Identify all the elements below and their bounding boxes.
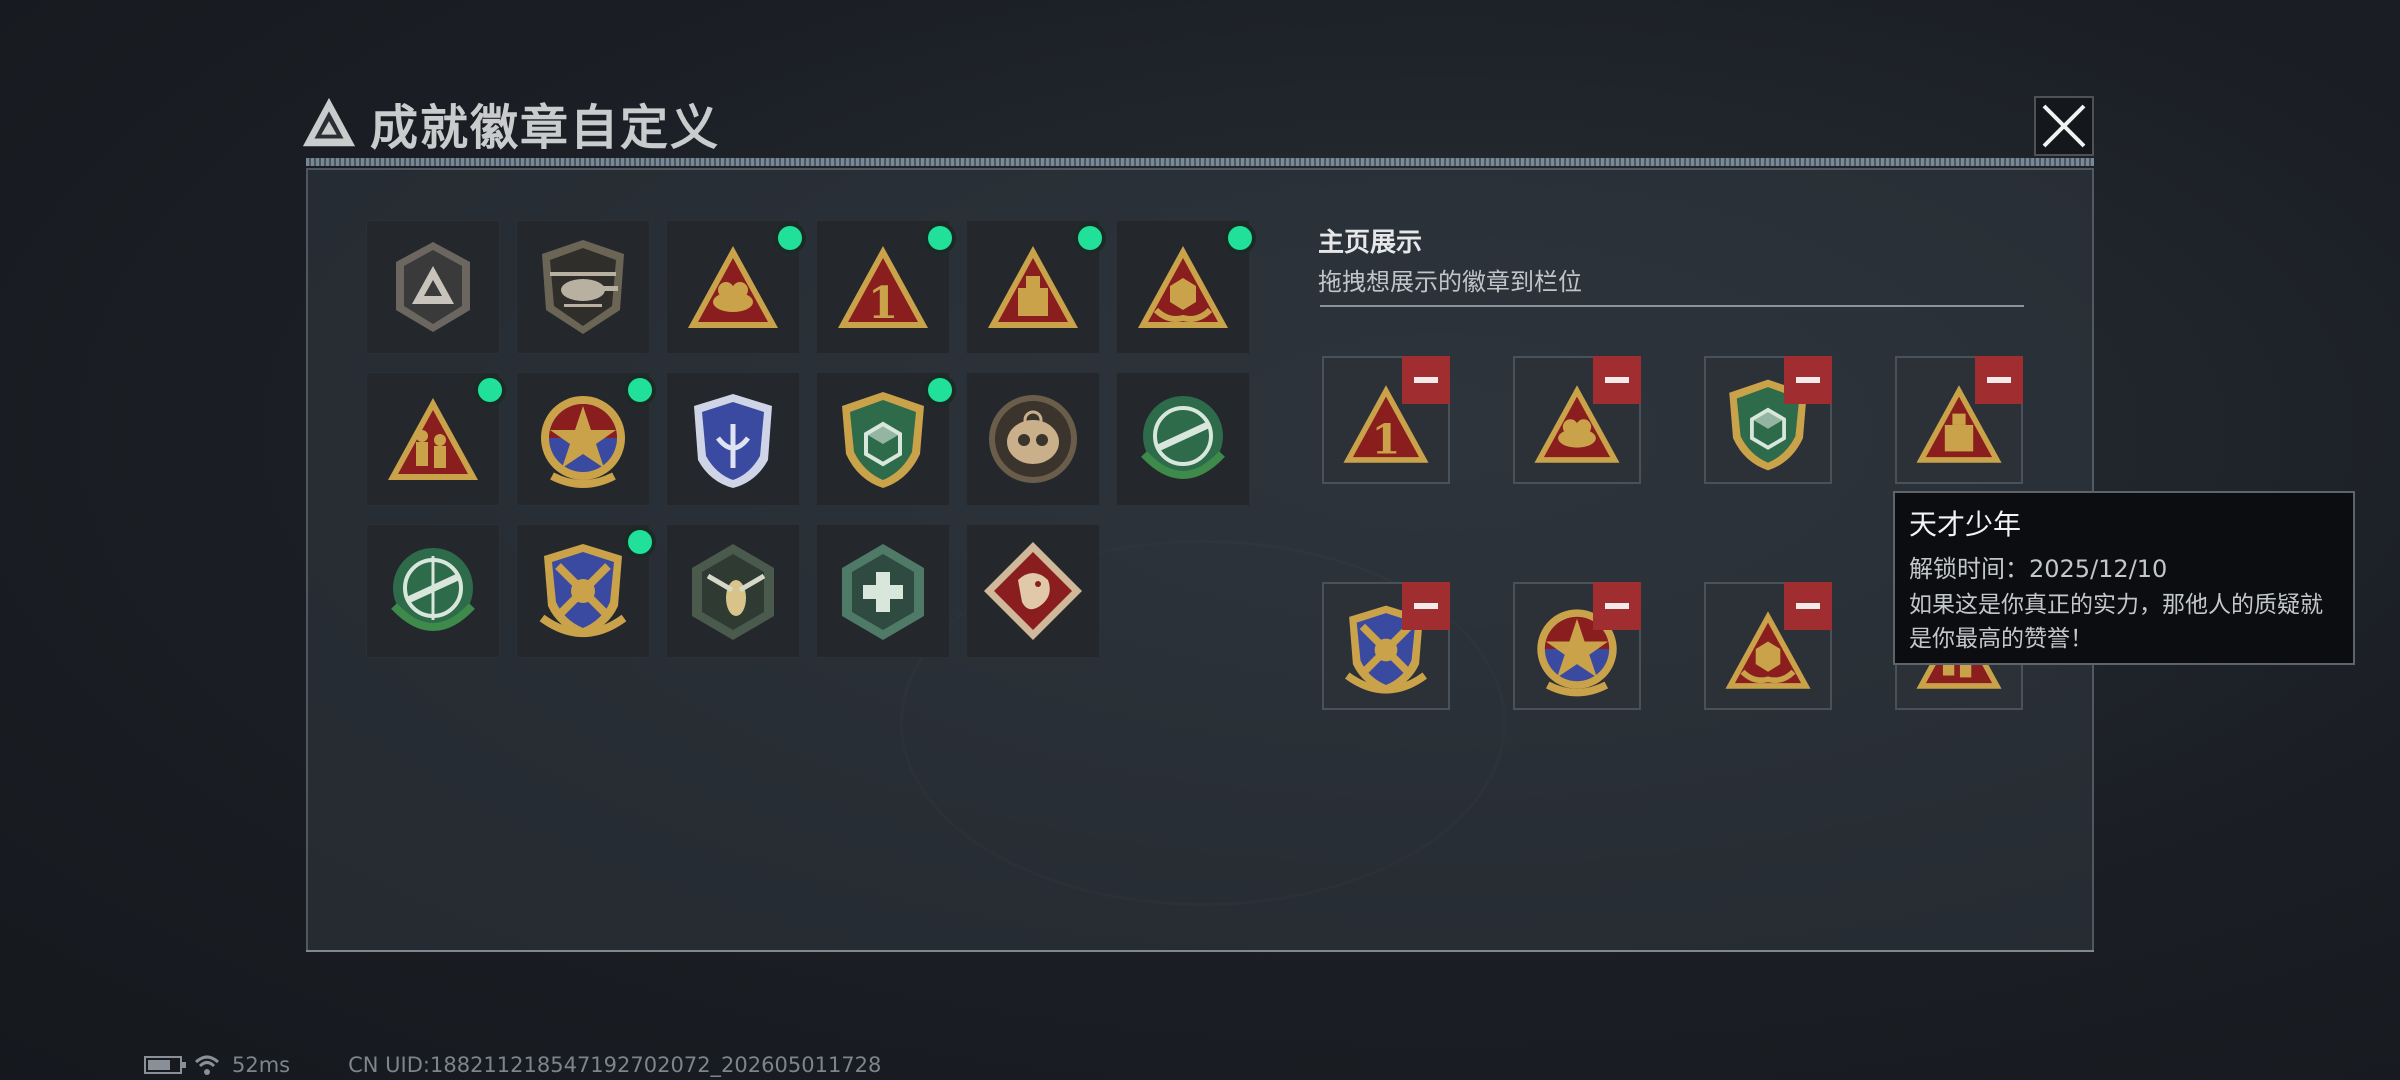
showcase-slot-2[interactable] — [1513, 356, 1641, 484]
green-dice-shield-badge-icon — [842, 392, 924, 488]
showcase-title: 主页展示 — [1318, 228, 1423, 258]
triangle-logo-icon — [302, 97, 356, 147]
showcase-subtitle: 拖拽想展示的徽章到栏位 — [1318, 268, 1582, 296]
title-divider — [306, 158, 2094, 166]
showcase-slot-7[interactable] — [1704, 582, 1832, 710]
green-sniper-crosshair-badge-icon — [391, 548, 475, 631]
soldiers-triangle-badge-icon — [388, 398, 478, 480]
dragon-diamond-badge-icon — [984, 542, 1082, 640]
green-rifle-crosshair-badge-icon — [1141, 396, 1225, 479]
remove-badge-button[interactable] — [1593, 582, 1641, 630]
skull-crosshair-badge-icon — [989, 395, 1077, 483]
hands-dice-triangle-badge-icon — [1138, 246, 1228, 328]
tooltip-description: 如果这是你真正的实力，那他人的质疑就是你最高的赞誉！ — [1909, 592, 2323, 652]
svg-text:1: 1 — [1372, 414, 1401, 463]
badge-tooltip: 天才少年 解锁时间：2025/12/10 如果这是你真正的实力，那他人的质疑就是… — [1893, 491, 2355, 665]
remove-badge-button[interactable] — [1593, 356, 1641, 404]
tooltip-badge-name: 天才少年 — [1909, 508, 2022, 541]
remove-badge-button[interactable] — [1402, 356, 1450, 404]
showcase-slot-1[interactable]: 1 — [1322, 356, 1450, 484]
showcase-slot-4[interactable] — [1895, 356, 2023, 484]
badge-item-green-sniper-crosshair-badge[interactable] — [366, 524, 500, 658]
new-indicator-dot — [928, 378, 952, 402]
badge-item-skull-crosshair-badge[interactable] — [966, 372, 1100, 506]
close-icon — [2042, 104, 2086, 148]
badge-item-green-rifle-crosshair-badge[interactable] — [1116, 372, 1250, 506]
new-indicator-dot — [628, 378, 652, 402]
showcase-slot-5[interactable] — [1322, 582, 1450, 710]
remove-badge-button[interactable] — [1784, 582, 1832, 630]
wasp-hexagon-badge-icon — [692, 544, 774, 640]
badge-item-green-dice-shield-badge[interactable] — [816, 372, 952, 506]
gold-crossed-weapons-shield-badge-icon — [539, 544, 627, 637]
wifi-icon — [194, 1055, 220, 1075]
eagle-triangle-badge-icon — [688, 246, 778, 328]
badge-item-soldiers-triangle-badge[interactable] — [366, 372, 502, 506]
triangle-logo-shield-badge-icon — [396, 242, 470, 332]
ping-value: 52ms — [232, 1053, 291, 1077]
battery-icon — [144, 1056, 186, 1074]
badge-item-blue-shield-wings-badge[interactable] — [666, 372, 800, 506]
page-title: 成就徽章自定义 — [370, 100, 721, 156]
badge-item-hands-dice-triangle-badge[interactable] — [1116, 220, 1252, 354]
usb-drive-triangle-badge-icon — [988, 246, 1078, 328]
badge-item-medic-hexagon-badge[interactable] — [816, 524, 950, 658]
status-bar: 52ms CN UID:1882112185471927020​72_20260… — [144, 1053, 881, 1077]
remove-badge-button[interactable] — [1975, 356, 2023, 404]
badge-item-star-emblem-badge[interactable] — [516, 372, 652, 506]
badge-item-number-one-triangle-badge[interactable]: 1 — [816, 220, 952, 354]
remove-badge-button[interactable] — [1784, 356, 1832, 404]
badge-item-usb-drive-triangle-badge[interactable] — [966, 220, 1102, 354]
medic-hexagon-badge-icon — [842, 544, 924, 640]
helicopter-badge-icon — [542, 240, 624, 334]
uid-text: CN UID:1882112185471927020​72_2026050117… — [348, 1053, 882, 1077]
new-indicator-dot — [1228, 226, 1252, 250]
tooltip-unlock-time: 解锁时间：2025/12/10 — [1909, 555, 2168, 583]
new-indicator-dot — [928, 226, 952, 250]
badge-item-gold-crossed-weapons-shield-badge[interactable] — [516, 524, 652, 658]
badge-item-triangle-logo-shield-badge[interactable] — [366, 220, 500, 354]
badge-item-wasp-hexagon-badge[interactable] — [666, 524, 800, 658]
blue-shield-wings-badge-icon — [694, 394, 772, 488]
badge-item-dragon-diamond-badge[interactable] — [966, 524, 1100, 658]
showcase-divider — [1320, 305, 2024, 307]
new-indicator-dot — [628, 530, 652, 554]
close-button[interactable] — [2034, 96, 2094, 156]
new-indicator-dot — [778, 226, 802, 250]
svg-text:1: 1 — [868, 278, 899, 329]
showcase-slot-3[interactable] — [1704, 356, 1832, 484]
badge-item-helicopter-badge[interactable] — [516, 220, 650, 354]
showcase-slot-6[interactable] — [1513, 582, 1641, 710]
star-emblem-badge-icon — [541, 396, 625, 488]
new-indicator-dot — [1078, 226, 1102, 250]
badge-item-eagle-triangle-badge[interactable] — [666, 220, 802, 354]
number-one-triangle-badge-icon: 1 — [838, 246, 928, 329]
new-indicator-dot — [478, 378, 502, 402]
panel-bottom-border — [306, 950, 2094, 952]
window-title-bar: 成就徽章自定义 — [300, 88, 720, 158]
remove-badge-button[interactable] — [1402, 582, 1450, 630]
